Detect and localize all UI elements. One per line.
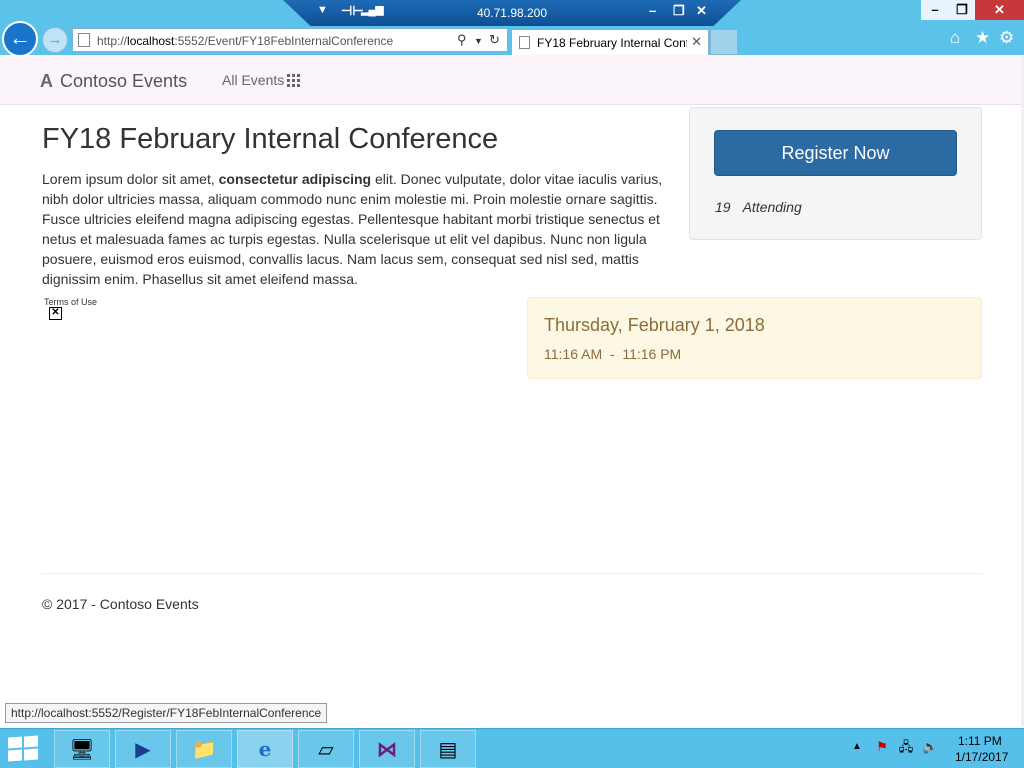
taskbar: 🖥 ▶ 📁 e ▱ ⋈ ▤ ▲ ⚑ 🖧 🔈 1:11 PM 1/17/2017 — [0, 728, 1024, 768]
search-icon[interactable]: ⚲ — [457, 32, 467, 48]
favorites-star-icon[interactable]: ★ — [975, 28, 990, 48]
window-minimize-button[interactable]: – — [921, 0, 949, 20]
folder-icon: 📁 — [191, 739, 217, 761]
attending-info: 19 Attending — [715, 199, 802, 215]
clock-date[interactable]: 1/17/2017 — [955, 750, 1008, 764]
broken-image-icon: ✕ — [49, 307, 62, 320]
taskbar-internet-explorer[interactable]: e — [237, 730, 293, 768]
brand-label: Contoso Events — [60, 71, 188, 91]
register-panel: Register Now 19 Attending — [689, 107, 982, 240]
page-icon — [78, 33, 90, 47]
app-window-icon: ▱ — [318, 739, 334, 761]
window-restore-button[interactable]: ❐ — [949, 0, 975, 20]
remote-app-icon: ▤ — [438, 739, 458, 761]
server-manager-icon: 🖥 — [69, 739, 95, 761]
network-icon[interactable]: 🖧 — [898, 739, 914, 755]
clock-time[interactable]: 1:11 PM — [958, 734, 1002, 748]
taskbar-powershell[interactable]: ▶ — [115, 730, 171, 768]
event-description: Lorem ipsum dolor sit amet, consectetur … — [42, 171, 663, 287]
site-navbar: A Contoso Events All Events — [0, 55, 1022, 105]
rdp-restore-icon[interactable]: ❐ — [673, 3, 685, 19]
address-bar[interactable]: http://localhost:5552/Event/FY18FebInter… — [72, 28, 508, 52]
nav-all-events-link[interactable]: All Events — [222, 72, 301, 88]
taskbar-remote-app[interactable]: ▤ — [420, 730, 476, 768]
event-time: 11:16 AM - 11:16 PM — [544, 346, 682, 362]
visual-studio-icon: ⋈ — [377, 739, 397, 761]
page-title: FY18 February Internal Conference — [42, 123, 499, 155]
tab-page-icon — [519, 36, 530, 49]
status-bar-url: http://localhost:5552/Register/FY18FebIn… — [5, 703, 328, 723]
nav-all-events-label: All Events — [222, 72, 285, 88]
attending-label: Attending — [742, 199, 802, 215]
taskbar-file-explorer[interactable]: 📁 — [176, 730, 232, 768]
start-windows-icon[interactable] — [4, 735, 38, 762]
footer-copyright: © 2017 - Contoso Events — [42, 596, 199, 612]
remote-desktop-bar: ▼ ⊣⊢ ▂▄▆ 40.71.98.200 – ❐ ✕ — [283, 0, 741, 26]
window-close-button[interactable]: ✕ — [975, 0, 1024, 20]
taskbar-server-manager[interactable]: 🖥 — [54, 730, 110, 768]
address-dropdown-icon[interactable]: ▼ — [474, 36, 483, 46]
tab-close-icon[interactable]: ✕ — [691, 34, 702, 50]
browser-chrome: ▼ ⊣⊢ ▂▄▆ 40.71.98.200 – ❐ ✕ – ❐ ✕ ← → ht… — [0, 0, 1024, 57]
new-tab-button[interactable] — [710, 29, 738, 55]
back-button[interactable]: ← — [2, 21, 38, 57]
footer-divider — [42, 573, 982, 574]
refresh-icon[interactable]: ↻ — [489, 32, 500, 48]
home-icon[interactable]: ⌂ — [950, 28, 960, 48]
tab-title: FY18 February Internal Conf... — [537, 36, 687, 50]
attending-count: 19 — [715, 199, 731, 215]
action-center-icon[interactable]: ⚑ — [874, 739, 890, 755]
brand-link[interactable]: A Contoso Events — [40, 71, 187, 92]
rdp-minimize-icon[interactable]: – — [649, 3, 656, 18]
volume-icon[interactable]: 🔈 — [922, 739, 938, 755]
taskbar-visual-studio[interactable]: ⋈ — [359, 730, 415, 768]
event-date-panel: Thursday, February 1, 2018 11:16 AM - 11… — [527, 297, 982, 379]
internet-explorer-icon: e — [258, 737, 272, 761]
forward-button[interactable]: → — [42, 27, 68, 53]
powershell-icon: ▶ — [135, 739, 151, 761]
tray-expand-icon[interactable]: ▲ — [852, 741, 862, 752]
terms-of-use-link[interactable]: Terms of Use — [44, 297, 97, 307]
road-logo-icon: A — [40, 71, 53, 91]
address-url[interactable]: http://localhost:5552/Event/FY18FebInter… — [97, 34, 393, 48]
taskbar-app-window[interactable]: ▱ — [298, 730, 354, 768]
register-now-button[interactable]: Register Now — [714, 130, 957, 176]
event-date: Thursday, February 1, 2018 — [544, 315, 765, 335]
settings-gear-icon[interactable]: ⚙ — [999, 28, 1014, 48]
grid-icon — [287, 74, 301, 87]
rdp-close-icon[interactable]: ✕ — [696, 3, 707, 19]
tab-event-page[interactable]: FY18 February Internal Conf... ✕ — [511, 29, 709, 55]
